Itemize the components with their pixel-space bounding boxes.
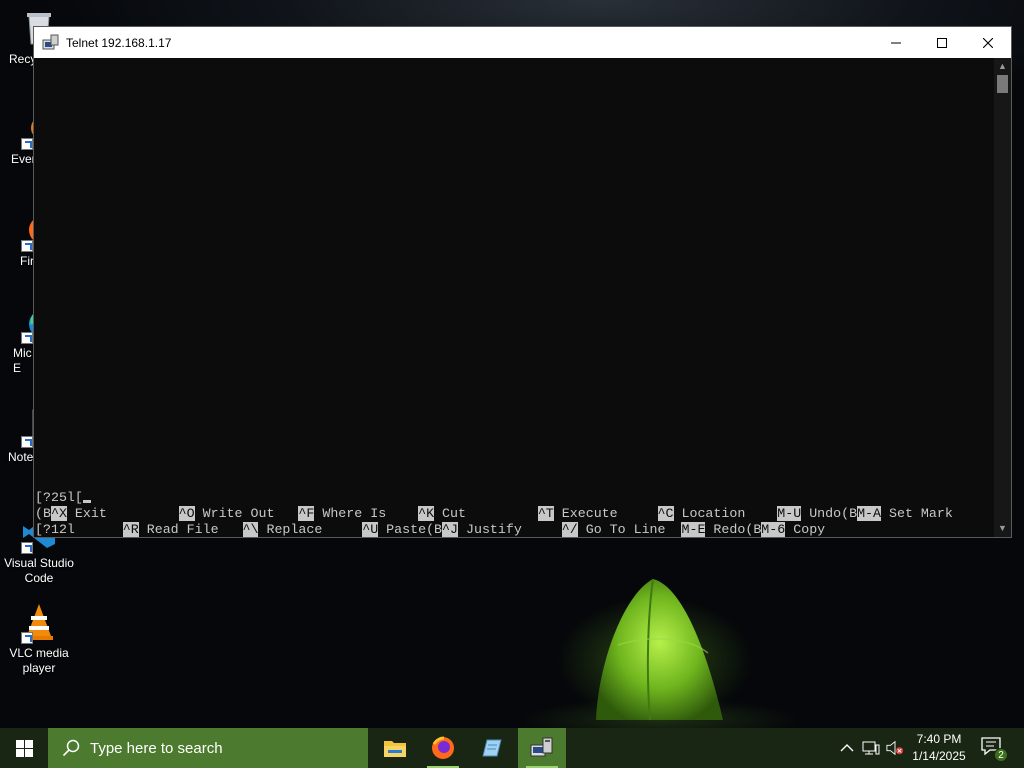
shortcut-label: Paste(B <box>378 522 443 537</box>
search-placeholder: Type here to search <box>90 739 223 757</box>
vertical-scrollbar[interactable]: ▲ ▼ <box>994 58 1011 537</box>
shortcut-arrow-icon <box>21 436 33 448</box>
shortcut-label: Undo(B <box>801 506 858 521</box>
close-icon <box>983 37 993 48</box>
desktop-icon-label: Visual Studio Code <box>4 556 74 585</box>
window-titlebar[interactable]: Telnet 192.168.1.17 <box>34 27 1011 58</box>
text-cursor <box>82 500 91 503</box>
terminal-line-prompt: [?25l[ <box>35 490 91 506</box>
shortcut-label: Location <box>673 506 762 521</box>
scroll-up-icon[interactable]: ▲ <box>994 58 1011 75</box>
taskbar: Type here to search 7:40 PM 1/14/2025 2 <box>0 728 1024 768</box>
shortcut-key: ^F <box>298 506 315 521</box>
shortcut-key: ^/ <box>561 522 578 537</box>
tray-overflow-chevron-icon[interactable] <box>838 739 856 757</box>
telnet-app-icon <box>42 34 59 49</box>
shortcut-arrow-icon <box>21 240 33 252</box>
maximize-button[interactable] <box>919 27 965 58</box>
maximize-icon <box>937 37 947 48</box>
shortcut-key: ^\ <box>242 522 259 537</box>
minimize-button[interactable] <box>873 27 919 58</box>
volume-muted-icon[interactable] <box>886 739 904 757</box>
shortcut-label: Go To Line <box>577 522 674 537</box>
shortcut-key: M-U <box>777 506 802 521</box>
shortcut-key: ^C <box>657 506 674 521</box>
shortcut-key: ^O <box>178 506 195 521</box>
network-icon[interactable] <box>862 739 880 757</box>
taskbar-clock[interactable]: 7:40 PM 1/14/2025 <box>906 731 972 765</box>
minimize-icon <box>891 42 901 43</box>
row-prefix: (B <box>35 506 51 521</box>
shortcut-key: M-A <box>857 506 882 521</box>
clock-date: 1/14/2025 <box>912 749 966 763</box>
shortcut-label: Read File <box>138 522 227 537</box>
shortcut-key: ^U <box>362 522 379 537</box>
shortcut-label: Where Is <box>314 506 403 521</box>
shortcut-arrow-icon <box>21 632 33 644</box>
telnet-computer-icon <box>530 737 553 757</box>
wallpaper-tent <box>596 578 723 721</box>
prompt-text: [?25l[ <box>35 490 83 505</box>
folder-icon <box>384 741 406 757</box>
shortcut-arrow-icon <box>21 138 33 150</box>
shortcut-label: Exit <box>66 506 155 521</box>
shortcut-key: ^T <box>537 506 554 521</box>
nano-shortcuts-row-2: [?12l ^R Read File ^\ Replace ^U Paste(B… <box>35 522 825 538</box>
shortcut-label: Write Out <box>194 506 283 521</box>
terminal-output[interactable]: [?25l[ (B^X Exit ^O Write Out ^F Where I… <box>34 58 994 537</box>
start-button[interactable] <box>0 728 48 768</box>
close-button[interactable] <box>965 27 1011 58</box>
clock-time: 7:40 PM <box>916 732 962 746</box>
notification-center-button[interactable]: 2 <box>980 736 1008 762</box>
shortcut-arrow-icon <box>21 332 33 344</box>
shortcut-key: M-E <box>681 522 706 537</box>
shortcut-label: Execute <box>553 506 642 521</box>
shortcut-label: Replace <box>258 522 347 537</box>
shortcut-key: ^K <box>418 506 435 521</box>
notepad-icon <box>482 739 502 757</box>
vlc-icon <box>19 602 59 644</box>
telnet-window[interactable]: Telnet 192.168.1.17 [?25l[ (B^X Exit ^O … <box>33 26 1012 538</box>
row-prefix: [?12l <box>35 522 75 537</box>
shortcut-key: M-6 <box>761 522 786 537</box>
shortcut-key: ^R <box>122 522 139 537</box>
window-title: Telnet 192.168.1.17 <box>66 35 172 50</box>
scrollbar-thumb[interactable] <box>997 75 1008 93</box>
shortcut-label: Justify <box>458 522 546 537</box>
shortcut-key: ^J <box>442 522 459 537</box>
notification-count-badge: 2 <box>994 748 1008 762</box>
taskbar-telnet[interactable] <box>518 728 566 768</box>
desktop-icon-label: VLC media player <box>9 646 69 675</box>
taskbar-firefox[interactable] <box>419 728 467 768</box>
desktop-icon-vlc[interactable]: VLC media player <box>0 602 78 676</box>
shortcut-label: Set Mark <box>881 506 953 521</box>
shortcut-label: Cut <box>434 506 522 521</box>
taskbar-file-explorer[interactable] <box>371 728 419 768</box>
scroll-down-icon[interactable]: ▼ <box>994 520 1011 537</box>
taskbar-notepad[interactable] <box>467 728 515 768</box>
shortcut-key: ^X <box>50 506 67 521</box>
firefox-icon <box>432 736 454 759</box>
taskbar-search-box[interactable]: Type here to search <box>48 728 368 768</box>
shortcut-label: Copy <box>785 522 826 537</box>
search-icon <box>62 739 80 757</box>
windows-logo-icon <box>15 739 33 757</box>
shortcut-label: Redo(B <box>705 522 762 537</box>
nano-shortcuts-row-1: (B^X Exit ^O Write Out ^F Where Is ^K Cu… <box>35 506 953 522</box>
shortcut-arrow-icon <box>21 542 33 554</box>
